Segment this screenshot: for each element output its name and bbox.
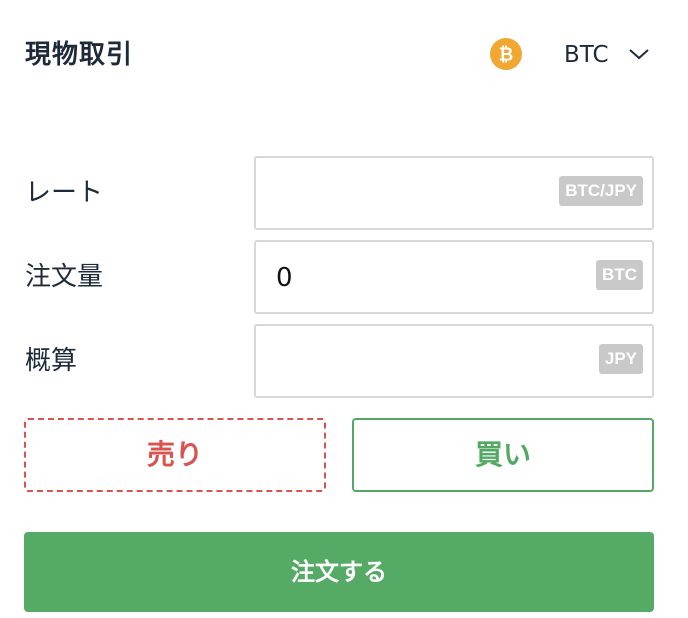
header: 現物取引 ₿ BTC: [0, 0, 688, 110]
rate-input[interactable]: [276, 172, 576, 216]
estimate-label: 概算: [25, 346, 78, 376]
rate-unit-badge: BTC/JPY: [559, 176, 643, 206]
page-title: 現物取引: [25, 40, 134, 70]
sell-button[interactable]: 売り: [24, 418, 326, 492]
svg-text:₿: ₿: [499, 45, 514, 65]
quantity-unit-badge: BTC: [596, 260, 643, 290]
quantity-label: 注文量: [25, 262, 104, 292]
rate-field: BTC/JPY: [254, 156, 654, 230]
estimate-unit-badge: JPY: [598, 344, 643, 374]
bitcoin-icon: ₿: [490, 38, 522, 70]
estimate-field: JPY: [254, 324, 654, 398]
rate-label: レート: [25, 178, 104, 208]
coin-symbol: BTC: [564, 42, 609, 68]
estimate-input[interactable]: [276, 340, 576, 384]
place-order-button[interactable]: 注文する: [24, 532, 654, 612]
quantity-input[interactable]: [276, 256, 576, 300]
quantity-field: BTC: [254, 240, 654, 314]
buy-button[interactable]: 買い: [352, 418, 654, 492]
chevron-down-icon: [629, 49, 649, 60]
coin-selector[interactable]: ₿ BTC: [490, 36, 660, 72]
